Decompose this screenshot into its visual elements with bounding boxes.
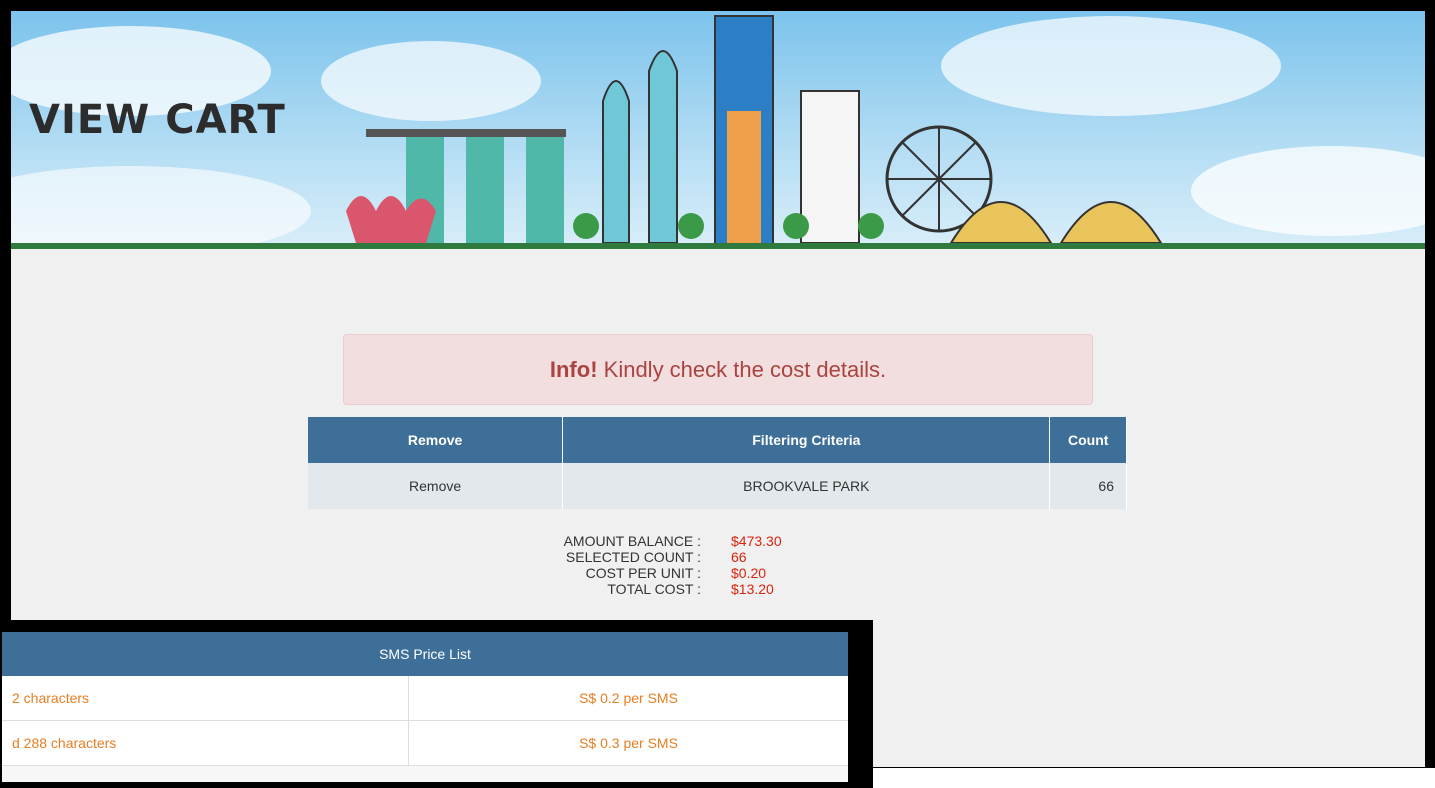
cart-table: Remove Filtering Criteria Count Remove B… [308, 417, 1127, 509]
price-list-popup-frame: SMS Price List 2 characters S$ 0.2 per S… [0, 620, 873, 788]
cost-per-unit-value: $0.20 [731, 565, 767, 581]
remove-link[interactable]: Remove [308, 463, 564, 509]
alert-strong: Info! [549, 357, 598, 382]
amount-balance-value: $473.30 [731, 533, 782, 549]
table-row: Remove BROOKVALE PARK 66 [308, 463, 1127, 509]
info-alert: Info! Kindly check the cost details. [343, 334, 1093, 405]
col-remove-header: Remove [308, 417, 564, 463]
header-banner: VIEW CART [11, 11, 1425, 249]
cost-per-unit-label: COST PER UNIT : [585, 565, 701, 581]
price-value: S$ 0.3 per SMS [579, 735, 678, 751]
col-count-header: Count [1049, 417, 1127, 463]
selected-count-label: SELECTED COUNT : [565, 549, 701, 565]
alert-message: Kindly check the cost details. [597, 357, 887, 382]
col-criteria-header: Filtering Criteria [562, 417, 1051, 463]
price-value: S$ 0.2 per SMS [579, 690, 678, 706]
list-item: 2 characters S$ 0.2 per SMS [2, 676, 848, 721]
banner-divider [11, 243, 1425, 249]
total-cost-label: TOTAL COST : [607, 581, 701, 597]
cart-table-header: Remove Filtering Criteria Count [308, 417, 1127, 463]
page-title: VIEW CART [29, 97, 286, 143]
sms-price-list: SMS Price List 2 characters S$ 0.2 per S… [0, 630, 850, 784]
amount-balance-label: AMOUNT BALANCE : [563, 533, 701, 549]
price-desc: 2 characters [2, 676, 409, 720]
cost-summary: AMOUNT BALANCE : $473.30 SELECTED COUNT :… [441, 533, 782, 597]
price-desc: d 288 characters [2, 721, 409, 765]
count-cell: 66 [1049, 463, 1127, 509]
selected-count-value: 66 [731, 549, 747, 565]
total-cost-value: $13.20 [731, 581, 774, 597]
criteria-cell: BROOKVALE PARK [562, 463, 1051, 509]
price-list-title: SMS Price List [2, 632, 848, 676]
list-item: d 288 characters S$ 0.3 per SMS [2, 721, 848, 766]
